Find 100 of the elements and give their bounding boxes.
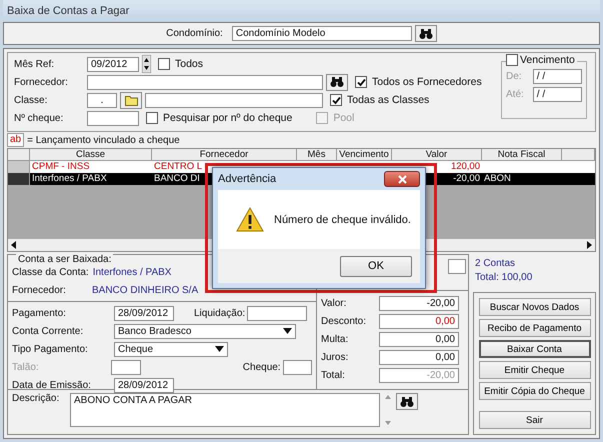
checkbox-label: Todos os Fornecedores xyxy=(372,76,482,88)
amount-label: Juros: xyxy=(321,352,350,362)
checkbox-label: Todos xyxy=(175,58,204,70)
dialog-title: Advertência xyxy=(218,173,276,185)
accounts-total: Total: 100,00 xyxy=(475,272,534,283)
checkbox-label: Pesquisar por nº do cheque xyxy=(163,112,292,124)
caret-icon xyxy=(283,328,292,334)
cheque-label: Nº cheque: xyxy=(14,112,64,124)
fornecedor-value: BANCO DINHEIRO S/A xyxy=(92,284,198,296)
warning-icon xyxy=(236,207,264,232)
table-cell: CENTRO L xyxy=(154,161,202,172)
action-button[interactable]: Baixar Conta xyxy=(478,340,590,358)
binoculars-icon xyxy=(400,396,414,408)
table-cell: ABON xyxy=(484,173,511,184)
column-header[interactable]: Vencimento xyxy=(337,149,392,161)
condominio-field[interactable]: Condomínio Modelo xyxy=(232,26,412,41)
classe-field[interactable] xyxy=(145,92,323,108)
date-field[interactable]: / / xyxy=(532,86,582,102)
action-button[interactable]: Recibo de Pagamento xyxy=(478,319,590,337)
amount-field[interactable]: 0,00 xyxy=(379,314,459,328)
search-button[interactable] xyxy=(326,74,348,90)
table-cell: 120,00 xyxy=(450,161,480,172)
de-label: De: xyxy=(506,70,523,82)
talao-field[interactable] xyxy=(111,360,141,374)
close-icon xyxy=(398,174,406,184)
liquidacao-field[interactable] xyxy=(247,306,308,320)
checkbox[interactable] xyxy=(146,112,158,124)
date-field[interactable]: / / xyxy=(532,68,582,84)
header-corner xyxy=(8,149,30,161)
descricao-field[interactable]: ABONO CONTA A PAGAR xyxy=(70,393,380,427)
classe-conta-value: Interfones / PABX xyxy=(92,266,172,278)
ate-label: Até: xyxy=(506,88,525,100)
amount-label: Desconto: xyxy=(321,316,368,326)
dialog-message: Número de cheque inválido. xyxy=(274,214,411,226)
descricao-label: Descrição: xyxy=(12,393,60,404)
table-cell: BANCO DI xyxy=(154,173,200,184)
data-emissao-field[interactable]: 28/09/2012 xyxy=(114,378,174,392)
binoculars-icon xyxy=(330,76,344,88)
pagamento-field[interactable]: 28/09/2012 xyxy=(114,306,174,320)
spinner-icon[interactable] xyxy=(142,55,151,73)
caret-icon xyxy=(215,346,224,352)
action-button[interactable]: Sair xyxy=(478,411,590,429)
amount-label: Multa: xyxy=(321,334,350,344)
cheque-field[interactable] xyxy=(87,110,139,126)
accounts-count: 2 Contas xyxy=(475,258,516,269)
amount-label: Valor: xyxy=(321,298,348,308)
column-header[interactable]: Mês xyxy=(297,149,337,161)
row-selector[interactable] xyxy=(8,173,30,185)
condominio-label: Condomínio: xyxy=(166,28,223,39)
column-header[interactable]: Nota Fiscal xyxy=(482,149,562,161)
column-header[interactable]: Classe xyxy=(30,149,152,161)
mes-ref-label: Mês Ref: xyxy=(14,58,56,70)
search-button[interactable] xyxy=(414,25,437,42)
amount-field[interactable]: 0,00 xyxy=(379,350,459,364)
group-title: Conta a ser Baixada: xyxy=(16,254,114,265)
table-cell: Interfones / PABX xyxy=(32,173,107,184)
amount-label: Total: xyxy=(321,370,346,380)
talao-label: Talão: xyxy=(12,362,40,372)
classe-label: Classe: xyxy=(14,94,48,106)
legend-badge: ab xyxy=(7,133,24,147)
tipo-pagamento-label: Tipo Pagamento: xyxy=(12,344,89,354)
folder-button[interactable] xyxy=(120,92,142,108)
cheque-field[interactable] xyxy=(282,360,312,374)
header-filler xyxy=(562,149,595,161)
search-button[interactable] xyxy=(396,393,418,410)
close-button[interactable] xyxy=(384,171,420,187)
window-title: Baixa de Contas a Pagar xyxy=(3,0,600,22)
checkbox[interactable] xyxy=(158,58,170,70)
folder-icon xyxy=(124,94,138,106)
fornecedor-label: Fornecedor: xyxy=(14,76,69,88)
table-cell: CPMF - INSS xyxy=(32,161,90,172)
checkbox[interactable] xyxy=(506,54,518,66)
mes-ref-field[interactable]: 09/2012 xyxy=(87,56,139,72)
checkbox[interactable] xyxy=(355,76,367,88)
classe-conta-label: Classe da Conta: xyxy=(12,266,89,278)
text-field[interactable] xyxy=(448,259,466,274)
action-button[interactable]: Emitir Cópia do Cheque xyxy=(478,382,590,400)
conta-corrente-dropdown[interactable]: Banco Bradesco xyxy=(114,324,296,338)
checkbox-label: Todas as Classes xyxy=(347,94,430,106)
checkbox-label: Pool xyxy=(333,112,354,124)
classe-code-field[interactable]: . xyxy=(87,92,117,108)
checkbox-label: Vencimento xyxy=(520,54,575,66)
ok-button[interactable]: OK xyxy=(340,256,412,276)
binoculars-icon xyxy=(418,28,433,40)
legend-text: = Lançamento vinculado a cheque xyxy=(27,134,180,146)
conta-corrente-label: Conta Corrente: xyxy=(12,326,84,336)
amount-field[interactable]: 0,00 xyxy=(379,332,459,346)
pagamento-label: Pagamento: xyxy=(12,308,67,318)
table-cell: -20,00 xyxy=(453,173,480,184)
cheque-label: Cheque: xyxy=(242,362,281,372)
liquidacao-label: Liquidação: xyxy=(194,308,246,318)
checkbox[interactable] xyxy=(330,94,342,106)
column-header[interactable]: Fornecedor xyxy=(152,149,297,161)
data-emissao-label: Data de Emissão: xyxy=(12,380,92,390)
amount-field[interactable]: -20,00 xyxy=(379,296,459,310)
fornecedor-field[interactable] xyxy=(87,74,323,90)
action-button[interactable]: Emitir Cheque xyxy=(478,361,590,379)
action-button[interactable]: Buscar Novos Dados xyxy=(478,298,590,316)
column-header[interactable]: Valor xyxy=(392,149,482,161)
tipo-pagamento-dropdown[interactable]: Cheque xyxy=(114,342,228,356)
